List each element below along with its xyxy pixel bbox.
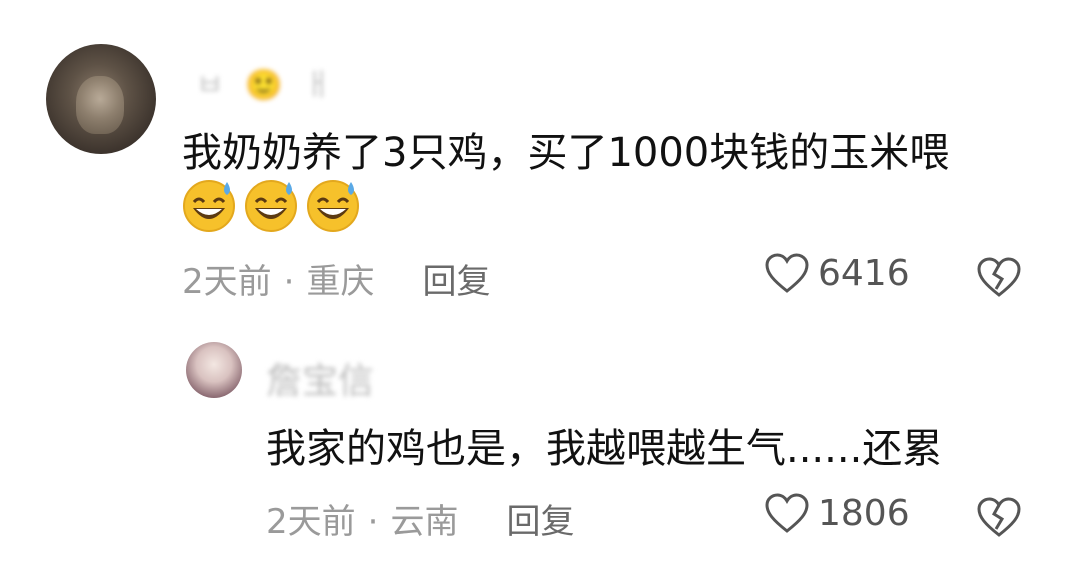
like-button[interactable]: 6416 [764, 252, 910, 294]
grinning-sweat-emoji [183, 180, 235, 232]
meta-separator: · [367, 502, 379, 542]
emoji-row [180, 176, 362, 234]
comment-time: 2天前 [182, 262, 272, 302]
reply-button[interactable]: 回复 [422, 262, 490, 302]
comment-text: 我家的鸡也是，我越喂越生气......还累 [266, 426, 943, 472]
grinning-sweat-emoji [307, 180, 359, 232]
like-count: 6416 [818, 252, 910, 294]
comment-location: 云南 [390, 502, 459, 542]
meta-separator: · [283, 262, 295, 302]
heart-outline-icon [765, 493, 809, 533]
broken-heart-icon[interactable] [976, 254, 1022, 300]
comment-location: 重庆 [306, 262, 375, 302]
username[interactable]: 詹宝信 [266, 352, 374, 404]
comment-text: 我奶奶养了3只鸡，买了1000块钱的玉米喂 [182, 130, 950, 176]
heart-outline-icon [765, 253, 809, 293]
comment-time: 2天前 [266, 502, 356, 542]
avatar[interactable] [186, 342, 242, 398]
broken-heart-icon[interactable] [976, 494, 1022, 540]
like-button[interactable]: 1806 [764, 492, 910, 534]
comment-meta: 2天前 · 重庆 回复 [182, 254, 490, 303]
grinning-sweat-emoji [245, 180, 297, 232]
reply-button[interactable]: 回复 [506, 502, 574, 542]
comment-meta: 2天前 · 云南 回复 [266, 494, 574, 543]
avatar[interactable] [46, 44, 156, 154]
username[interactable]: ㅂ 🙂 ㅐ [196, 60, 338, 104]
like-count: 1806 [818, 492, 910, 534]
